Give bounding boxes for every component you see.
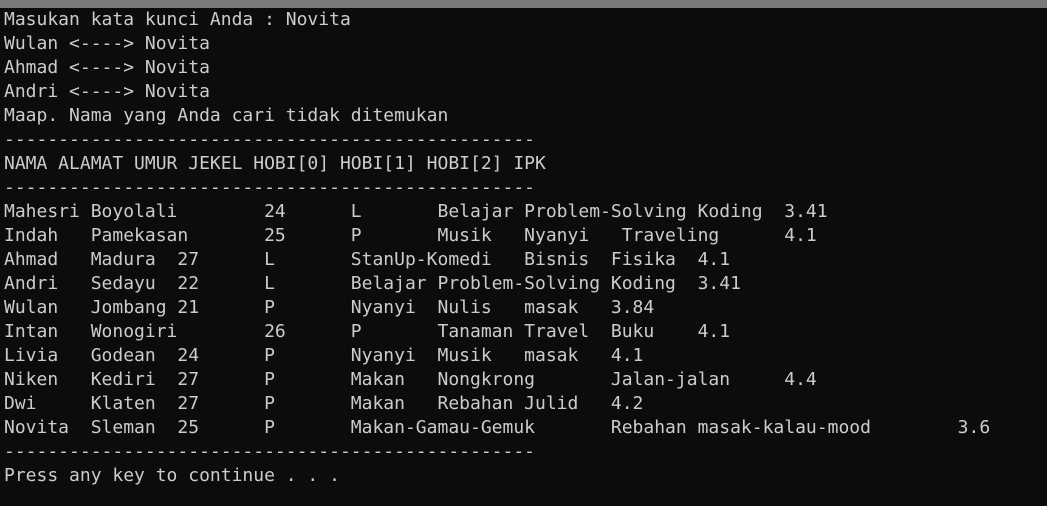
separator-line: ----------------------------------------… [4,129,536,150]
separator-line: ----------------------------------------… [4,177,536,198]
separator-line: ----------------------------------------… [4,441,536,462]
console-output: Masukan kata kunci Anda : Novita Wulan <… [0,8,1040,506]
window-title-bar [0,0,1047,8]
console-scrollbar[interactable] [1040,8,1047,506]
table-row: Novita Sleman 25 P Makan-Gamau-Gemuk Reb… [4,417,991,438]
compare-line: Andri <----> Novita [4,81,210,102]
table-row: Wulan Jombang 21 P Nyanyi Nulis masak 3.… [4,297,655,318]
table-row: Niken Kediri 27 P Makan Nongkrong Jalan-… [4,369,817,390]
table-row: Ahmad Madura 27 L StanUp-Komedi Bisnis F… [4,249,731,270]
table-row: Andri Sedayu 22 L Belajar Problem-Solvin… [4,273,741,294]
table-row: Indah Pamekasan 25 P Musik Nyanyi Travel… [4,225,817,246]
compare-line: Ahmad <----> Novita [4,57,210,78]
continue-prompt: Press any key to continue . . . [4,465,340,486]
prompt-keyword-line: Masukan kata kunci Anda : Novita [4,9,351,30]
table-row: Livia Godean 24 P Nyanyi Musik masak 4.1 [4,345,644,366]
not-found-message: Maap. Nama yang Anda cari tidak ditemuka… [4,105,449,126]
table-row: Intan Wonogiri 26 P Tanaman Travel Buku … [4,321,731,342]
table-row: Mahesri Boyolali 24 L Belajar Problem-So… [4,201,828,222]
table-header: NAMA ALAMAT UMUR JEKEL HOBI[0] HOBI[1] H… [4,153,546,174]
compare-line: Wulan <----> Novita [4,33,210,54]
table-row: Dwi Klaten 27 P Makan Rebahan Julid 4.2 [4,393,644,414]
